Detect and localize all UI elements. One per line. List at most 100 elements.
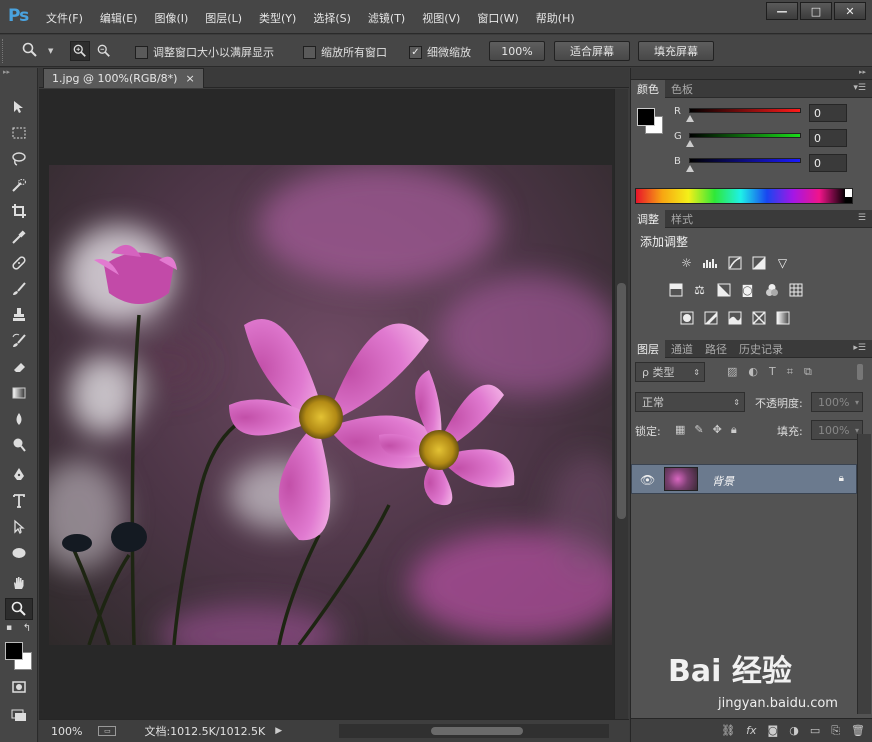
slider-g-knob[interactable] [686, 140, 694, 147]
menu-item-0[interactable]: 文件(F) [46, 10, 83, 26]
slider-g-value[interactable]: 0 [809, 129, 847, 147]
new-layer-icon[interactable]: ⎘ [831, 724, 840, 738]
tab-history[interactable]: 历史记录 [733, 340, 789, 358]
lock-all-icon[interactable]: 🔒︎ [731, 423, 737, 437]
swap-colors-icon[interactable]: ↰ [20, 622, 34, 634]
fill-input[interactable]: 100% ▾ [811, 420, 863, 440]
layer-filter-select[interactable]: ρ 类型 ⇕ [635, 362, 705, 382]
hue-saturation-icon[interactable] [668, 282, 683, 297]
filter-smart-object-icon[interactable]: ⧉ [804, 365, 812, 379]
opacity-input[interactable]: 100% ▾ [811, 392, 863, 412]
status-preview-icon[interactable]: ▭ [98, 726, 117, 736]
channel-mixer-icon[interactable] [764, 282, 779, 297]
layer-visibility-eye-icon[interactable]: 👁︎ [640, 473, 655, 487]
tab-channels[interactable]: 通道 [665, 340, 699, 358]
menu-item-4[interactable]: 类型(Y) [259, 10, 296, 26]
menu-item-9[interactable]: 帮助(H) [536, 10, 575, 26]
new-group-icon[interactable]: ▭ [810, 724, 820, 737]
eraser-tool-icon[interactable] [5, 356, 33, 378]
tab-adjustments[interactable]: 调整 [631, 210, 665, 228]
slider-r-track[interactable] [689, 108, 801, 113]
screen-mode-icon[interactable] [5, 704, 33, 726]
zoom-out-button[interactable] [94, 41, 114, 61]
blur-tool-icon[interactable] [5, 408, 33, 430]
type-tool-icon[interactable] [5, 490, 33, 512]
resize-windows-box[interactable] [135, 45, 148, 59]
exposure-icon[interactable] [751, 255, 766, 270]
zoom-tool-icon[interactable] [5, 598, 33, 620]
adjustments-panel-menu-icon[interactable]: ☰ [858, 213, 866, 223]
lasso-tool-icon[interactable] [5, 148, 33, 170]
minimize-button[interactable]: — [766, 2, 798, 20]
crop-tool-icon[interactable] [5, 200, 33, 222]
pen-tool-icon[interactable] [5, 464, 33, 486]
tab-swatches[interactable]: 色板 [665, 80, 699, 98]
slider-g-track[interactable] [689, 133, 801, 138]
lock-image-icon[interactable]: ✎ [694, 423, 703, 437]
path-selection-tool-icon[interactable] [5, 516, 33, 538]
color-spectrum[interactable] [635, 188, 853, 204]
vibrance-icon[interactable]: ▽ [775, 255, 790, 270]
panels-collapse-icon[interactable]: ▸▸ [631, 68, 872, 80]
preset-dropdown-icon[interactable]: ▼ [48, 47, 53, 55]
new-adjustment-layer-icon[interactable]: ◑ [789, 724, 799, 737]
actual-pixels-button[interactable]: 100% [489, 41, 545, 61]
gradient-tool-icon[interactable] [5, 382, 33, 404]
fit-screen-button[interactable]: 适合屏幕 [554, 41, 630, 61]
color-lookup-icon[interactable] [788, 282, 803, 297]
panel-foreground-swatch[interactable] [637, 108, 655, 126]
curves-icon[interactable] [727, 255, 742, 270]
slider-r-value[interactable]: 0 [809, 104, 847, 122]
document-image[interactable] [49, 165, 612, 645]
zoom-all-checkbox[interactable]: 缩放所有窗口 [303, 44, 387, 60]
photo-filter-icon[interactable]: ◙ [740, 282, 755, 297]
close-button[interactable]: ✕ [834, 2, 866, 20]
toolbox-collapse-icon[interactable]: ▸▸ [0, 68, 37, 78]
selective-color-icon[interactable] [751, 310, 766, 325]
levels-icon[interactable] [703, 255, 718, 270]
ellipse-tool-icon[interactable] [5, 542, 33, 564]
invert-icon[interactable] [679, 310, 694, 325]
zoom-tool-preset-icon[interactable] [22, 42, 38, 58]
document-tab[interactable]: 1.jpg @ 100%(RGB/8*) × [43, 68, 204, 88]
canvas-area[interactable] [39, 89, 614, 719]
tab-styles[interactable]: 样式 [665, 210, 699, 228]
lock-transparent-icon[interactable]: ▦ [675, 423, 685, 437]
slider-b-track[interactable] [689, 158, 801, 163]
filter-pixel-icon[interactable]: ▨ [727, 365, 737, 379]
layer-thumbnail[interactable] [664, 467, 698, 491]
slider-b-knob[interactable] [686, 165, 694, 172]
blend-mode-select[interactable]: 正常 ⇕ [635, 392, 745, 412]
eyedropper-tool-icon[interactable] [5, 226, 33, 248]
brush-tool-icon[interactable] [5, 278, 33, 300]
menu-item-7[interactable]: 视图(V) [422, 10, 460, 26]
layer-name[interactable]: 背景 [712, 473, 734, 489]
filter-toggle[interactable] [857, 364, 863, 380]
posterize-icon[interactable] [703, 310, 718, 325]
status-menu-arrow-icon[interactable]: ▶ [275, 726, 282, 736]
quick-select-tool-icon[interactable] [5, 174, 33, 196]
gradient-map-icon[interactable] [775, 310, 790, 325]
vertical-scrollbar[interactable] [614, 89, 628, 719]
healing-brush-tool-icon[interactable] [5, 252, 33, 274]
menu-item-1[interactable]: 编辑(E) [100, 10, 138, 26]
layer-row-background[interactable]: 👁︎ 背景 🔒︎ [631, 464, 857, 494]
filter-shape-icon[interactable]: ⌗ [787, 365, 793, 379]
fill-screen-button[interactable]: 填充屏幕 [638, 41, 714, 61]
threshold-icon[interactable] [727, 310, 742, 325]
options-grip[interactable] [2, 39, 6, 63]
default-colors-icon[interactable]: ▪ [2, 622, 16, 634]
slider-b-value[interactable]: 0 [809, 154, 847, 172]
zoom-in-button[interactable] [70, 41, 90, 61]
slider-r-knob[interactable] [686, 115, 694, 122]
history-brush-tool-icon[interactable] [5, 330, 33, 352]
horizontal-scroll-thumb[interactable] [431, 727, 523, 735]
hand-tool-icon[interactable] [5, 572, 33, 594]
tab-paths[interactable]: 路径 [699, 340, 733, 358]
scrubby-zoom-box[interactable]: ✓ [409, 45, 422, 59]
horizontal-scrollbar[interactable] [339, 724, 609, 738]
resize-windows-checkbox[interactable]: 调整窗口大小以满屏显示 [135, 44, 274, 60]
layers-scrollbar[interactable] [857, 434, 871, 714]
restore-button[interactable]: □ [800, 2, 832, 20]
move-tool-icon[interactable] [5, 96, 33, 118]
